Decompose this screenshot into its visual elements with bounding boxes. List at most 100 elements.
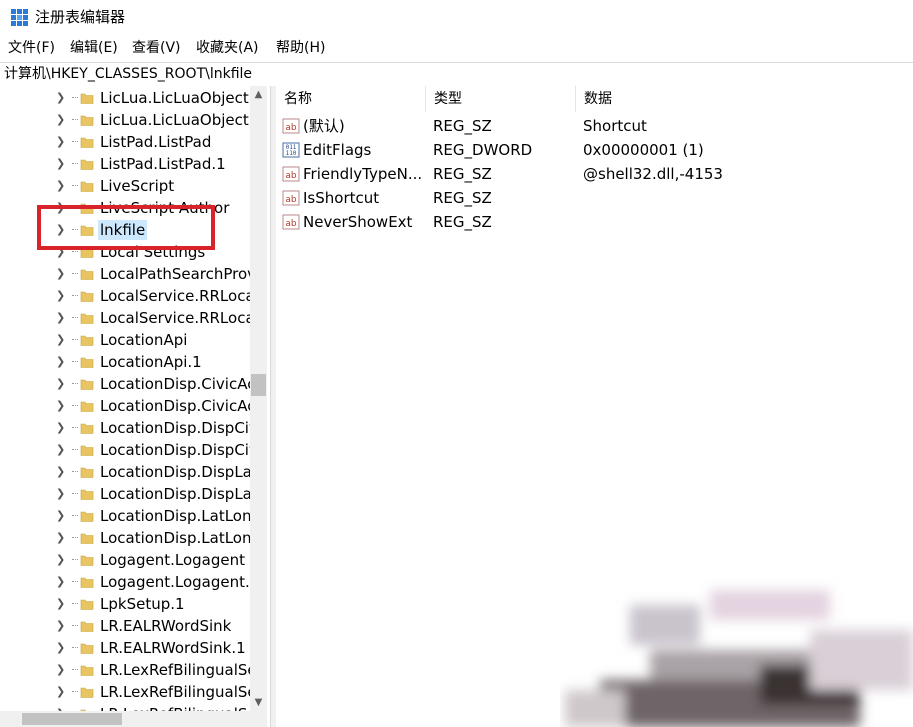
value-name[interactable]: EditFlags [303,140,371,160]
chevron-right-icon[interactable]: ❯ [56,267,65,281]
value-name[interactable]: FriendlyTypeN... [303,164,422,184]
tree-item[interactable]: ❯ LR.EALRWordSink.1 [0,637,250,659]
chevron-right-icon[interactable]: ❯ [56,685,65,699]
tree-item-label[interactable]: LocationApi [100,330,187,350]
tree-item-label[interactable]: LocationDisp.DispCiv [100,418,258,438]
chevron-right-icon[interactable]: ❯ [56,91,65,105]
tree-item[interactable]: ❯ LiveScript [0,175,250,197]
menu-favorites[interactable]: 收藏夹(A) [196,39,259,57]
chevron-right-icon[interactable]: ❯ [56,443,65,457]
value-name[interactable]: IsShortcut [303,188,379,208]
tree-item[interactable]: ❯ LocationDisp.DispCiv [0,417,258,439]
tree-item[interactable]: ❯ LpkSetup.1 [0,593,250,615]
address-bar[interactable]: 计算机\HKEY_CLASSES_ROOT\lnkfile [0,62,913,87]
tree-item[interactable]: ❯ LR.LexRefBilingualSe [0,659,257,681]
tree-item[interactable]: ❯ LocationDisp.CivicAc [0,373,255,395]
chevron-right-icon[interactable]: ❯ [56,399,65,413]
value-row[interactable]: ab NeverShowExt REG_SZ [276,210,913,234]
chevron-right-icon[interactable]: ❯ [56,179,65,193]
tree-item[interactable]: ❯ LocationDisp.DispLa [0,461,252,483]
tree-item[interactable]: ❯ LocationApi.1 [0,351,250,373]
tree-item-label[interactable]: ListPad.ListPad [100,132,211,152]
address-path[interactable]: 计算机\HKEY_CLASSES_ROOT\lnkfile [4,65,252,83]
tree-item-label[interactable]: LocationDisp.DispCiv [100,440,258,460]
tree-item-label[interactable]: Logagent.Logagent. [100,572,250,592]
menu-file[interactable]: 文件(F) [8,39,55,57]
chevron-right-icon[interactable]: ❯ [56,597,65,611]
value-row[interactable]: 011 110 EditFlags REG_DWORD 0x00000001 (1) [276,138,913,162]
tree-item[interactable]: ❯ LocalService.RRLoca [0,307,255,329]
tree-item-label[interactable]: Logagent.Logagent [100,550,245,570]
tree-item-label[interactable]: LocalService.RRLoca [100,308,255,328]
tree-item[interactable]: ❯ LocationDisp.CivicAc [0,395,255,417]
tree-item-label[interactable]: LocationApi.1 [100,352,202,372]
tree-item-label[interactable]: LocationDisp.DispLa [100,484,252,504]
chevron-right-icon[interactable]: ❯ [56,355,65,369]
chevron-right-icon[interactable]: ❯ [56,531,65,545]
chevron-right-icon[interactable]: ❯ [56,157,65,171]
chevron-right-icon[interactable]: ❯ [56,575,65,589]
chevron-right-icon[interactable]: ❯ [56,663,65,677]
tree-item[interactable]: ❯ LocationDisp.DispCiv [0,439,258,461]
tree-item-label[interactable]: LiveScript [100,176,174,196]
tree-item-label[interactable]: LicLua.LicLuaObject [100,88,249,108]
chevron-right-icon[interactable]: ❯ [56,135,65,149]
value-row[interactable]: ab (默认) REG_SZ Shortcut [276,114,913,138]
tree-item[interactable]: ❯ LocalPathSearchProv [0,263,256,285]
chevron-right-icon[interactable]: ❯ [56,509,65,523]
menu-view[interactable]: 查看(V) [132,39,181,57]
column-header-data[interactable]: 数据 [576,86,913,112]
scroll-down-arrow-icon[interactable]: ▼ [250,694,267,711]
chevron-right-icon[interactable]: ❯ [56,311,65,325]
chevron-right-icon[interactable]: ❯ [56,619,65,633]
scroll-thumb[interactable] [251,374,266,396]
tree-vertical-scrollbar[interactable]: ▲ ▼ [250,86,267,711]
tree-item-label[interactable]: LocalService.RRLoca [100,286,255,306]
tree-item[interactable]: ❯ LocationDisp.LatLon [0,505,251,527]
tree-item-label[interactable]: LocationDisp.CivicAc [100,396,255,416]
chevron-right-icon[interactable]: ❯ [56,289,65,303]
hscroll-thumb[interactable] [22,713,122,725]
tree-item-label[interactable]: LR.LexRefBilingualSe [100,660,257,680]
tree-item-label[interactable]: LocalPathSearchProv [100,264,256,284]
tree-item[interactable]: ❯ Logagent.Logagent. [0,571,250,593]
tree-item[interactable]: ❯ LR.LexRefBilingualSe [0,681,257,703]
column-header-name[interactable]: 名称 [276,86,426,112]
tree-item[interactable]: ❯ LocalService.RRLoca [0,285,255,307]
tree-item-label[interactable]: LpkSetup.1 [100,594,185,614]
chevron-right-icon[interactable]: ❯ [56,377,65,391]
chevron-right-icon[interactable]: ❯ [56,333,65,347]
tree-item-label[interactable]: LR.LexRefBilingualSe [100,682,257,702]
value-row[interactable]: ab IsShortcut REG_SZ [276,186,913,210]
tree-item-label[interactable]: LocationDisp.DispLa [100,462,252,482]
chevron-right-icon[interactable]: ❯ [56,421,65,435]
tree-item[interactable]: ❯ LocationDisp.LatLon [0,527,251,549]
tree-horizontal-scrollbar[interactable] [0,711,267,727]
column-header-type[interactable]: 类型 [426,86,576,112]
tree-item[interactable]: ❯ LocationDisp.DispLa [0,483,252,505]
scroll-up-arrow-icon[interactable]: ▲ [250,86,267,103]
menu-help[interactable]: 帮助(H) [276,39,325,57]
menu-edit[interactable]: 编辑(E) [70,39,118,57]
tree-item[interactable]: ❯ LR.EALRWordSink [0,615,250,637]
tree-item-label[interactable]: LicLua.LicLuaObject. [100,110,254,130]
tree-item-label[interactable]: LocationDisp.LatLon [100,528,251,548]
tree-item[interactable]: ❯ ListPad.ListPad.1 [0,153,250,175]
tree-item[interactable]: ❯ ListPad.ListPad [0,131,250,153]
key-tree[interactable]: ❯ LicLua.LicLuaObject ❯ LicLua.LicLuaObject… [0,86,270,727]
tree-item-label[interactable]: LR.EALRWordSink.1 [100,638,246,658]
value-row[interactable]: ab FriendlyTypeN... REG_SZ @shell32.dll,-41… [276,162,913,186]
tree-item[interactable]: ❯ LicLua.LicLuaObject. [0,109,254,131]
tree-item[interactable]: ❯ Logagent.Logagent [0,549,250,571]
tree-item-label[interactable]: LR.EALRWordSink [100,616,231,636]
tree-item-label[interactable]: LocationDisp.LatLon [100,506,251,526]
tree-item[interactable]: ❯ LocationApi [0,329,250,351]
tree-item-label[interactable]: ListPad.ListPad.1 [100,154,226,174]
chevron-right-icon[interactable]: ❯ [56,465,65,479]
chevron-right-icon[interactable]: ❯ [56,113,65,127]
value-name[interactable]: NeverShowExt [303,212,412,232]
tree-item[interactable]: ❯ LicLua.LicLuaObject [0,87,250,109]
chevron-right-icon[interactable]: ❯ [56,553,65,567]
chevron-right-icon[interactable]: ❯ [56,641,65,655]
chevron-right-icon[interactable]: ❯ [56,487,65,501]
